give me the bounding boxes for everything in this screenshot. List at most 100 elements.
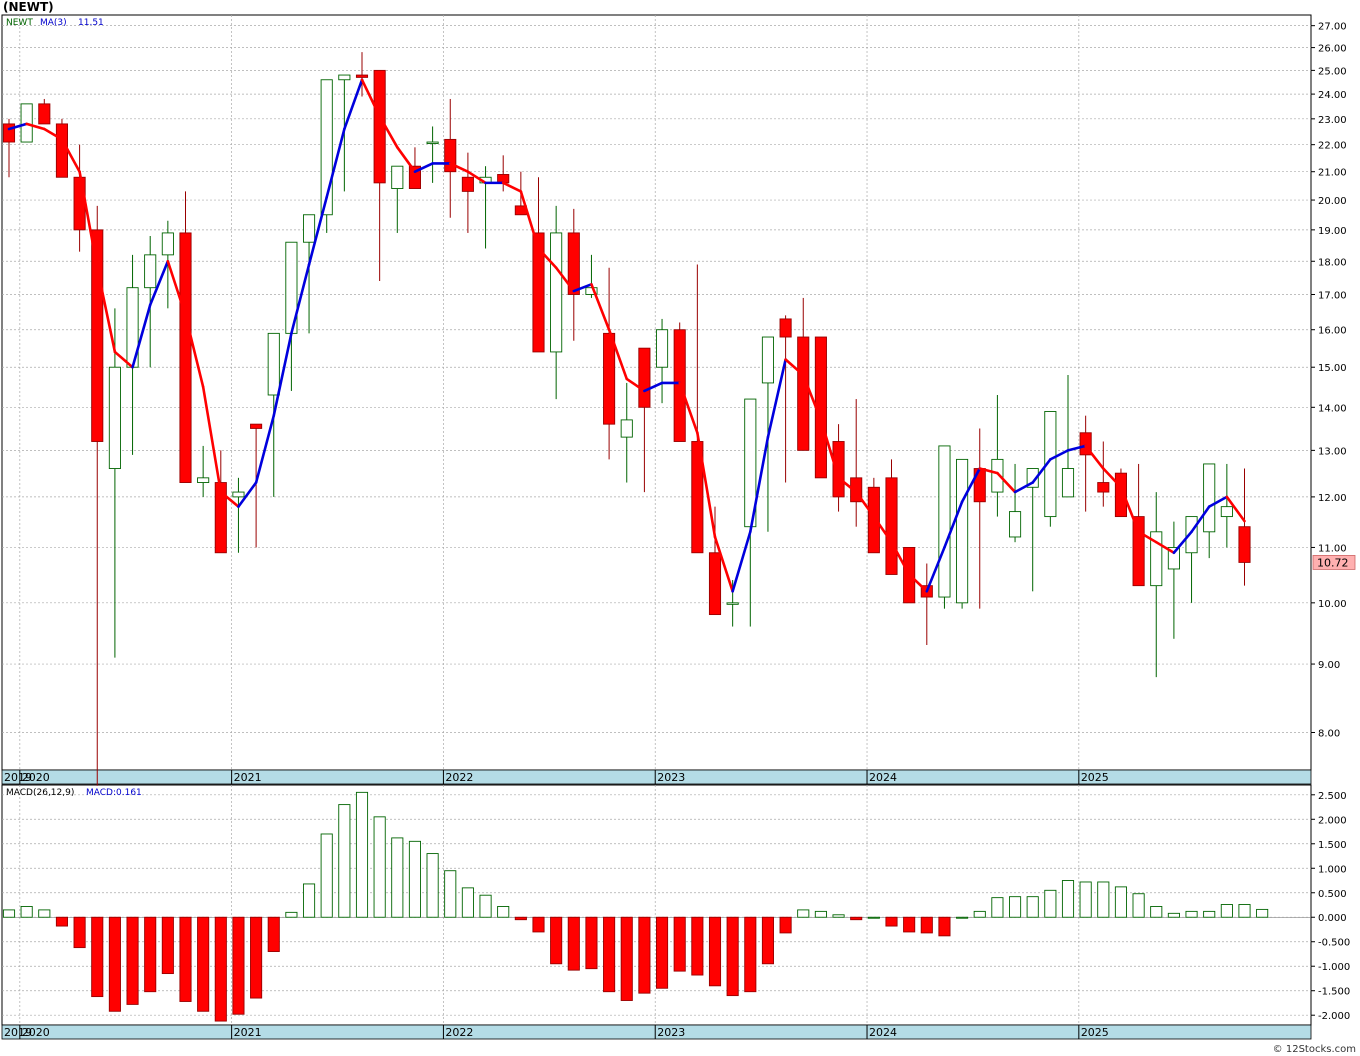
candle-body xyxy=(532,232,545,353)
macd-bar xyxy=(91,916,104,998)
macd-bar xyxy=(55,916,68,927)
legend-ma-value: 11.51 xyxy=(78,18,104,28)
macd-bar xyxy=(638,916,651,994)
macd-bar xyxy=(603,916,616,993)
macd-tick-label: 2.500 xyxy=(1318,791,1347,802)
macd-tick-label: -1.500 xyxy=(1318,987,1350,998)
price-tick-label: 18.00 xyxy=(1318,257,1347,268)
candle-body xyxy=(338,74,351,81)
macd-tick-label: 1.500 xyxy=(1318,840,1347,851)
candle-body xyxy=(956,458,969,604)
macd-bar xyxy=(1185,910,1198,918)
candle-body xyxy=(73,176,86,231)
macd-bar xyxy=(550,916,563,965)
macd-bar xyxy=(867,916,880,919)
legend-symbol: NEWT xyxy=(6,18,33,28)
price-tick-label: 20.00 xyxy=(1318,196,1347,207)
candle-body xyxy=(620,419,633,438)
macd-tick-label: 2.000 xyxy=(1318,815,1347,826)
macd-tick-label: -2.000 xyxy=(1318,1011,1350,1022)
price-tick-label: 13.00 xyxy=(1318,446,1347,457)
price-tick-label: 19.00 xyxy=(1318,226,1347,237)
candle-body xyxy=(444,138,457,173)
candle-body xyxy=(426,141,439,144)
macd-bar xyxy=(832,914,845,918)
macd-bar xyxy=(567,916,580,971)
candle-body xyxy=(761,336,774,384)
macd-bar xyxy=(1203,910,1216,918)
candle-body xyxy=(1132,516,1145,587)
macd-bar xyxy=(708,916,722,987)
macd-bar xyxy=(444,870,457,918)
macd-legend-label: MACD(26,12,9) xyxy=(6,788,74,798)
candle-body xyxy=(144,254,157,289)
stock-chart: 8.00 9.00 10.00 11.00 12.00 13.00 14.00 15.00 16… xyxy=(1,14,1356,1040)
candle-body xyxy=(108,366,121,469)
macd-bar xyxy=(267,916,280,952)
macd-bar xyxy=(620,916,633,1001)
candle-body xyxy=(1061,468,1075,498)
macd-bar xyxy=(250,916,263,999)
macd-bar xyxy=(850,916,863,921)
macd-tick-label: 0.000 xyxy=(1318,913,1347,924)
candle-body xyxy=(603,332,616,425)
macd-bar xyxy=(373,816,386,918)
candle-body xyxy=(250,423,263,429)
price-panel xyxy=(1,14,1312,771)
price-tick-label: 8.00 xyxy=(1318,728,1340,739)
year-label: 2022 xyxy=(445,1026,473,1039)
price-tick-label: 11.00 xyxy=(1318,543,1347,554)
year-label: 2025 xyxy=(1081,771,1109,784)
macd-bar xyxy=(391,837,404,918)
macd-bar xyxy=(285,911,298,918)
macd-bar xyxy=(956,916,969,919)
macd-bar xyxy=(497,906,510,918)
site-credit: © 12Stocks.com xyxy=(1272,1044,1356,1055)
macd-bar xyxy=(161,916,174,975)
macd-bar xyxy=(797,909,810,918)
macd-bar xyxy=(2,909,16,918)
macd-bar xyxy=(461,887,474,918)
macd-bar xyxy=(903,916,916,933)
candle-body xyxy=(638,347,651,408)
price-tick-label: 26.00 xyxy=(1318,44,1347,55)
macd-bar xyxy=(1061,880,1075,918)
price-tick-label: 23.00 xyxy=(1318,115,1347,126)
candle-body xyxy=(708,552,722,616)
macd-tick-label: 0.500 xyxy=(1318,889,1347,900)
macd-bar xyxy=(1167,912,1180,918)
macd-bar xyxy=(179,916,192,1002)
macd-bar xyxy=(338,804,351,918)
candle-body xyxy=(461,176,474,192)
macd-bar xyxy=(1079,881,1092,918)
legend-ma-label: MA(3) xyxy=(40,18,67,28)
macd-bar xyxy=(232,916,245,1015)
candle-body xyxy=(779,318,792,338)
year-label: 2023 xyxy=(657,771,685,784)
price-tick-label: 17.00 xyxy=(1318,290,1347,301)
price-tick-label: 14.00 xyxy=(1318,403,1347,414)
candle-body xyxy=(232,491,245,498)
candle-body xyxy=(55,123,68,178)
macd-bar xyxy=(1238,904,1251,918)
year-label: 2025 xyxy=(1081,1026,1109,1039)
year-label: 2024 xyxy=(869,1026,897,1039)
macd-bar xyxy=(303,883,316,918)
macd-bar xyxy=(1009,896,1022,918)
macd-bar xyxy=(532,916,545,933)
candle-body xyxy=(179,232,192,483)
candle-body xyxy=(267,332,280,396)
macd-tick-label: -1.000 xyxy=(1318,962,1350,973)
macd-bar xyxy=(1097,881,1110,918)
macd-bar xyxy=(744,916,757,993)
macd-bar xyxy=(691,916,704,976)
macd-bar xyxy=(973,910,986,918)
candle-body xyxy=(1097,482,1110,493)
macd-bar xyxy=(320,833,333,918)
candle-body xyxy=(161,232,174,256)
price-tick-label: 10.00 xyxy=(1318,599,1347,610)
candle-body xyxy=(355,74,369,78)
macd-bar xyxy=(1150,906,1163,918)
price-tick-label: 16.00 xyxy=(1318,326,1347,337)
candle-body xyxy=(38,103,51,125)
